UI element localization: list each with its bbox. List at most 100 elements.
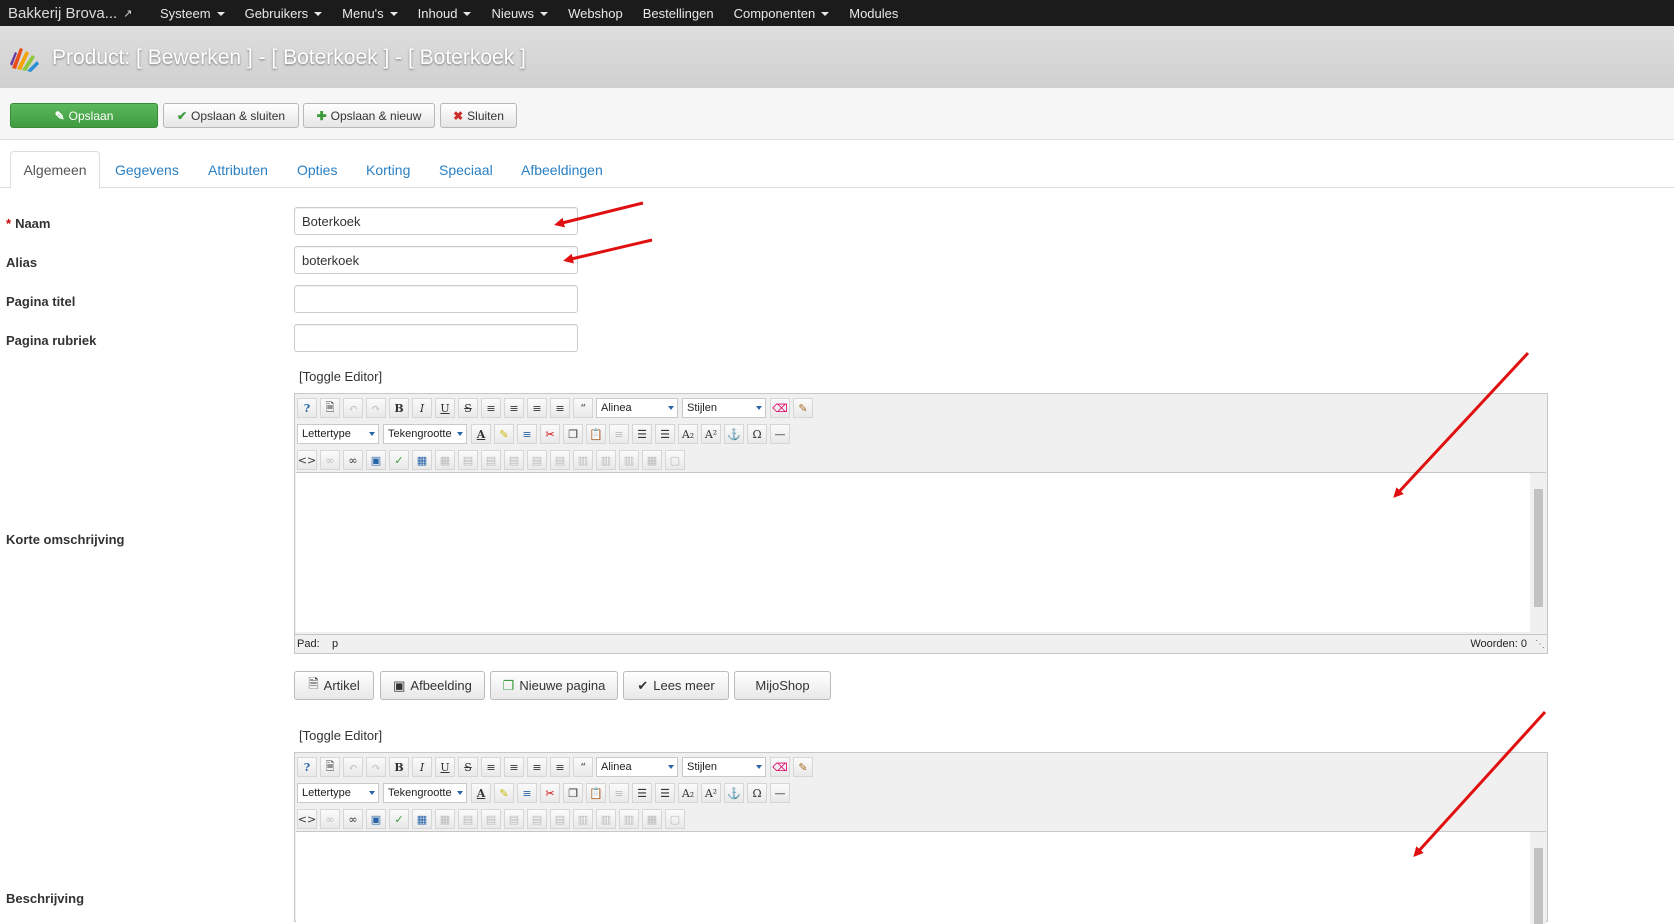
cell-props-icon[interactable]: ▤ (481, 450, 501, 470)
numbered-list-icon[interactable]: ☰ (632, 783, 652, 803)
split-cells-icon[interactable]: ▦ (642, 450, 662, 470)
cut-icon[interactable]: ✂ (540, 424, 560, 444)
merge-cells-icon[interactable]: ▢ (665, 809, 685, 829)
strikethrough-icon[interactable]: S (458, 757, 478, 777)
nav-bestellingen[interactable]: Bestellingen (633, 6, 724, 21)
strikethrough-icon[interactable]: S (458, 398, 478, 418)
bold-icon[interactable]: B (389, 757, 409, 777)
save-new-button[interactable]: ✚ Opslaan & nieuw (303, 103, 435, 128)
blockquote-icon[interactable]: “ (573, 398, 593, 418)
cut-icon[interactable]: ✂ (540, 783, 560, 803)
pagina-titel-input[interactable] (294, 285, 578, 313)
nav-gebruikers[interactable]: Gebruikers (235, 6, 333, 21)
nav-componenten[interactable]: Componenten (724, 6, 840, 21)
tab-opties[interactable]: Opties (297, 151, 337, 189)
insert-col-before-icon[interactable]: ▥ (573, 450, 593, 470)
horizontal-align-icon[interactable]: ≡ (517, 783, 537, 803)
align-right-icon[interactable]: ≡ (550, 398, 570, 418)
underline-icon[interactable]: U (435, 398, 455, 418)
anchor-icon[interactable]: ⚓ (724, 783, 744, 803)
path-value[interactable]: p (332, 638, 338, 650)
cell-props-icon[interactable]: ▤ (481, 809, 501, 829)
special-char-icon[interactable]: Ω (747, 424, 767, 444)
source-code-icon[interactable]: <> (297, 809, 317, 829)
split-cells-icon[interactable]: ▦ (642, 809, 662, 829)
unlink-icon[interactable]: ∞ (320, 450, 340, 470)
bullet-list-icon[interactable]: ☰ (655, 424, 675, 444)
insert-row-after-icon[interactable]: ▤ (527, 809, 547, 829)
help-icon[interactable]: ? (297, 757, 317, 777)
nav-modules[interactable]: Modules (839, 6, 908, 21)
numbered-list-icon[interactable]: ☰ (632, 424, 652, 444)
mijoshop-button[interactable]: MijoShop (734, 671, 831, 700)
row-props-icon[interactable]: ▤ (458, 809, 478, 829)
highlight-icon[interactable]: ✎ (494, 424, 514, 444)
insert-col-after-icon[interactable]: ▥ (596, 809, 616, 829)
indent-icon[interactable]: ≡ (609, 783, 629, 803)
highlight-icon[interactable]: ✎ (494, 783, 514, 803)
blockquote-icon[interactable]: “ (573, 757, 593, 777)
eraser-icon[interactable]: ⌫ (770, 398, 790, 418)
format-select[interactable]: Alinea (596, 757, 678, 777)
fontsize-select[interactable]: Tekengrootte (383, 424, 467, 444)
image-icon[interactable]: ▣ (366, 450, 386, 470)
source-code-icon[interactable]: <> (297, 450, 317, 470)
nav-menus[interactable]: Menu's (332, 6, 408, 21)
insert-article-button[interactable]: 🗎 Artikel (294, 671, 374, 700)
row-props-icon[interactable]: ▤ (458, 450, 478, 470)
text-color-icon[interactable]: A (471, 424, 491, 444)
delete-table-icon[interactable]: ▦ (435, 450, 455, 470)
eraser-icon[interactable]: ⌫ (770, 757, 790, 777)
align-left-icon[interactable]: ≡ (527, 398, 547, 418)
page-break-button[interactable]: ❐ Nieuwe pagina (490, 671, 618, 700)
special-char-icon[interactable]: Ω (747, 783, 767, 803)
naam-input[interactable] (294, 207, 578, 235)
align-justify-icon[interactable]: ≡ (481, 757, 501, 777)
tab-afbeeldingen[interactable]: Afbeeldingen (521, 151, 603, 189)
paste-icon[interactable]: 📋 (586, 783, 606, 803)
delete-table-icon[interactable]: ▦ (435, 809, 455, 829)
align-center-icon[interactable]: ≡ (504, 757, 524, 777)
copy-icon[interactable]: ❐ (563, 424, 583, 444)
toggle-editor-link[interactable]: [Toggle Editor] (299, 369, 382, 384)
bullet-list-icon[interactable]: ☰ (655, 783, 675, 803)
subscript-icon[interactable]: A₂ (678, 424, 698, 444)
nav-nieuws[interactable]: Nieuws (481, 6, 558, 21)
nav-systeem[interactable]: Systeem (150, 6, 235, 21)
redo-icon[interactable]: ↷ (366, 398, 386, 418)
insert-col-after-icon[interactable]: ▥ (596, 450, 616, 470)
beschrijving-textarea[interactable] (296, 831, 1546, 924)
cleanup-broom-icon[interactable]: ✎ (793, 757, 813, 777)
styles-select[interactable]: Stijlen (682, 398, 766, 418)
editor-scrollbar[interactable] (1530, 473, 1546, 633)
horizontal-align-icon[interactable]: ≡ (517, 424, 537, 444)
paste-icon[interactable]: 📋 (586, 424, 606, 444)
horizontal-rule-icon[interactable]: — (770, 783, 790, 803)
indent-icon[interactable]: ≡ (609, 424, 629, 444)
undo-icon[interactable]: ↶ (343, 757, 363, 777)
superscript-icon[interactable]: A² (701, 424, 721, 444)
spellcheck-icon[interactable]: ✓ (389, 450, 409, 470)
tab-gegevens[interactable]: Gegevens (115, 151, 179, 189)
scrollbar-thumb[interactable] (1534, 848, 1543, 924)
nav-webshop[interactable]: Webshop (558, 6, 633, 21)
unlink-icon[interactable]: ∞ (320, 809, 340, 829)
site-brand-link[interactable]: Bakkerij Brova... ↗ (0, 5, 150, 22)
scrollbar-thumb[interactable] (1534, 489, 1543, 607)
redo-icon[interactable]: ↷ (366, 757, 386, 777)
delete-row-icon[interactable]: ▤ (550, 450, 570, 470)
alias-input[interactable] (294, 246, 578, 274)
insert-image-button[interactable]: ▣ Afbeelding (380, 671, 485, 700)
save-button[interactable]: ✎ Opslaan (10, 103, 158, 128)
delete-col-icon[interactable]: ▥ (619, 450, 639, 470)
editor-scrollbar[interactable] (1530, 832, 1546, 924)
delete-col-icon[interactable]: ▥ (619, 809, 639, 829)
text-color-icon[interactable]: A (471, 783, 491, 803)
horizontal-rule-icon[interactable]: — (770, 424, 790, 444)
image-icon[interactable]: ▣ (366, 809, 386, 829)
undo-icon[interactable]: ↶ (343, 398, 363, 418)
help-icon[interactable]: ? (297, 398, 317, 418)
merge-cells-icon[interactable]: ▢ (665, 450, 685, 470)
format-select[interactable]: Alinea (596, 398, 678, 418)
table-icon[interactable]: ▦ (412, 809, 432, 829)
